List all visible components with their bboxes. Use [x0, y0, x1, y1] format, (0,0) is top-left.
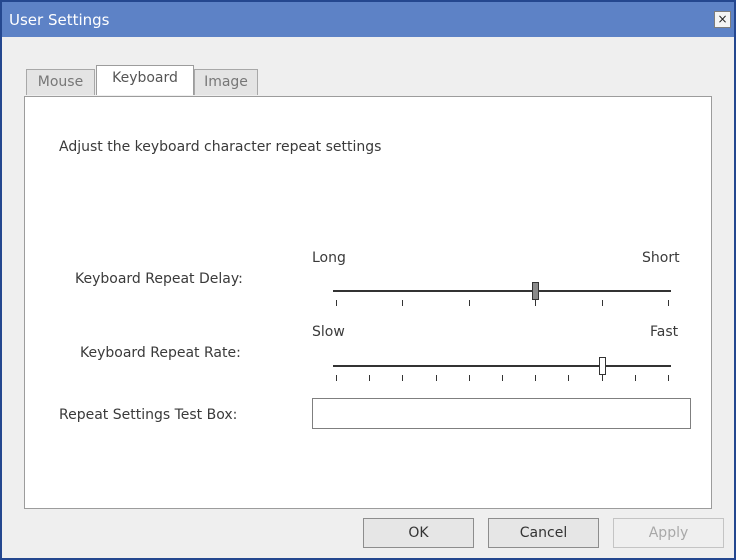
repeat-delay-tick: [602, 300, 603, 306]
ok-button[interactable]: OK: [363, 518, 474, 548]
tab-keyboard-label: Keyboard: [112, 70, 178, 86]
apply-button[interactable]: Apply: [613, 518, 724, 548]
repeat-rate-tick: [402, 375, 403, 381]
repeat-delay-tick: [668, 300, 669, 306]
close-icon: ×: [717, 12, 728, 26]
repeat-delay-tick: [402, 300, 403, 306]
repeat-rate-thumb[interactable]: [599, 357, 606, 375]
repeat-delay-tick: [535, 300, 536, 306]
repeat-delay-tick: [469, 300, 470, 306]
repeat-rate-tick: [369, 375, 370, 381]
repeat-test-input[interactable]: [312, 398, 691, 429]
tab-image-label: Image: [204, 74, 248, 90]
repeat-rate-tick: [502, 375, 503, 381]
repeat-rate-tick: [668, 375, 669, 381]
repeat-delay-track[interactable]: [333, 290, 671, 292]
cancel-button[interactable]: Cancel: [488, 518, 599, 548]
keyboard-settings-panel: [24, 96, 712, 509]
ok-button-label: OK: [408, 525, 429, 541]
repeat-rate-tick: [568, 375, 569, 381]
repeat-rate-tick: [635, 375, 636, 381]
user-settings-window: User Settings × Mouse Keyboard Image Adj…: [0, 0, 736, 560]
apply-button-label: Apply: [648, 525, 689, 541]
repeat-rate-tick: [602, 375, 603, 381]
repeat-rate-tick: [336, 375, 337, 381]
repeat-rate-track[interactable]: [333, 365, 671, 367]
repeat-rate-tick: [469, 375, 470, 381]
repeat-delay-thumb[interactable]: [532, 282, 539, 300]
cancel-button-label: Cancel: [519, 525, 568, 541]
repeat-rate-tick: [535, 375, 536, 381]
title-bar[interactable]: User Settings ×: [2, 2, 734, 37]
tab-mouse-label: Mouse: [37, 74, 84, 90]
tab-keyboard[interactable]: Keyboard: [96, 65, 194, 95]
tab-image[interactable]: Image: [194, 69, 258, 95]
window-title: User Settings: [9, 11, 110, 29]
repeat-delay-tick: [336, 300, 337, 306]
tab-mouse[interactable]: Mouse: [26, 69, 95, 95]
close-button[interactable]: ×: [714, 11, 731, 28]
repeat-rate-tick: [436, 375, 437, 381]
